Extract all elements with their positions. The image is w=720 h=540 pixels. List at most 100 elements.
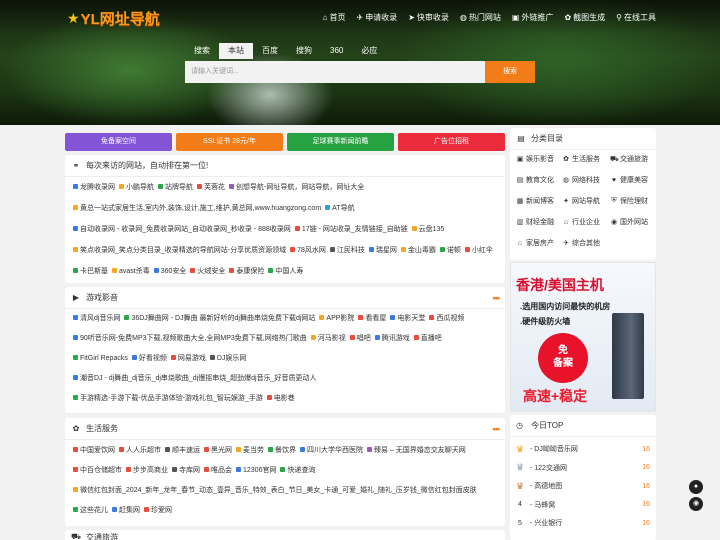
more-icon[interactable]: ••• <box>493 424 501 434</box>
site-link[interactable]: 珍爱网 <box>144 507 172 514</box>
site-link[interactable]: 直播吧 <box>413 335 442 342</box>
site-link[interactable]: 17链 - 网站收录_友情链接_自助链 <box>294 226 408 233</box>
site-link[interactable]: 河马影视 <box>310 335 346 342</box>
site-link[interactable]: DJ娱乐网 <box>209 355 246 362</box>
more-icon[interactable]: ••• <box>493 293 501 303</box>
site-link[interactable]: 黄总一站式家居生活,室内外,装饰,设计,施工,维护,黄总网,www.huangz… <box>73 205 321 212</box>
top-row[interactable]: ♛ - 122交通网 16 <box>510 462 656 474</box>
top-row[interactable]: ♛ - 高德地图 16 <box>510 480 656 492</box>
top-row[interactable]: 5 - 兴业银行 16 <box>510 517 656 529</box>
category-item[interactable]: ⛨ 保险理财 <box>610 196 648 206</box>
site-link[interactable]: 360安全 <box>153 268 186 275</box>
site-link[interactable]: 云盘135 <box>411 226 444 233</box>
site-link[interactable]: 黑光网 <box>204 447 232 454</box>
site-link[interactable]: 人人乐超市 <box>119 447 161 454</box>
site-link[interactable]: 步步高商业 <box>126 467 168 474</box>
banner-2[interactable]: 足球赛事新闻前瞻 <box>287 133 394 151</box>
site-link[interactable]: 中国人寿 <box>268 268 303 275</box>
hosting-ad[interactable]: 香港/美国主机 .选用国内访问最快的机房 .硬件级防火墙 免备案 高速+稳定 <box>510 262 656 412</box>
site-link[interactable]: 90听音乐网-免费MP3下载,视频歌曲大全,全网MP3免费下载,网络热门歌曲 <box>73 335 307 342</box>
search-tab-3[interactable]: 搜狗 <box>287 43 321 59</box>
site-link[interactable]: 自动收录网 - 收录网_免费收录网站_自动收录网_秒收录 - 888收录网 <box>73 226 291 233</box>
site-link[interactable]: 卡巴斯基 <box>73 268 108 275</box>
site-link[interactable]: 四川大学华西医院 <box>300 447 363 454</box>
site-link[interactable]: 小红伞 <box>464 247 493 254</box>
search-button[interactable]: 搜索 <box>485 61 535 83</box>
nav-item-3[interactable]: ◍ 热门网站 <box>460 12 501 23</box>
search-input[interactable]: 请输入关键词... <box>185 61 485 83</box>
site-link[interactable]: 12306官网 <box>236 467 276 474</box>
site-link[interactable]: 金山毒霸 <box>400 247 436 254</box>
site-link[interactable]: 江民科技 <box>329 247 365 254</box>
search-tab-2[interactable]: 百度 <box>253 43 287 59</box>
site-link[interactable]: AT导航 <box>325 205 355 212</box>
search-tab-1[interactable]: 本站 <box>219 43 253 59</box>
banner-1[interactable]: SSL证书 28元/年 <box>176 133 283 151</box>
site-link[interactable]: 中百仓储超市 <box>73 467 122 474</box>
wechat-icon[interactable]: ◉ <box>689 497 703 511</box>
site-link[interactable]: 芙蓉花 <box>197 184 225 191</box>
site-link[interactable]: 好看视频 <box>131 355 167 362</box>
site-link[interactable]: 赶集网 <box>112 507 140 514</box>
site-link[interactable]: 网易游戏 <box>170 355 206 362</box>
site-link[interactable]: 小鹏导航 <box>119 184 154 191</box>
site-link[interactable]: 创想导航-网址导航，网站导航，网址大全 <box>229 184 364 191</box>
category-item[interactable]: ◍ 网络科技 <box>562 175 600 185</box>
site-logo[interactable]: ★ YL网址导航 <box>67 8 160 28</box>
site-link[interactable]: 快递查询 <box>280 467 315 474</box>
site-link[interactable]: 寺库网 <box>172 467 200 474</box>
category-item[interactable]: ✦ 网站导航 <box>562 196 600 206</box>
site-link[interactable]: 电影巷 <box>266 395 295 402</box>
site-link[interactable]: 笑点收录网_笑点分类目录_收录精选的导航网站-分享优质资源领域 <box>73 247 286 254</box>
site-link[interactable]: 顺丰速运 <box>165 447 200 454</box>
top-row[interactable]: 4 - 马蜂窝 16 <box>510 499 656 511</box>
site-link[interactable]: 手游精选-手游下载-优品手游体验-游戏礼包_智玩娱游_手游 <box>73 395 263 402</box>
site-link[interactable]: 78风水网 <box>290 247 326 254</box>
site-link[interactable]: 中国爱饮网 <box>73 447 115 454</box>
site-link[interactable]: 龙腾收录网 <box>73 184 115 191</box>
category-item[interactable]: ◉ 国外网站 <box>610 217 648 227</box>
site-link[interactable]: 电影天堂 <box>390 315 425 322</box>
site-link[interactable]: 站牌导航 <box>158 184 193 191</box>
category-item[interactable]: ⌂ 行业企业 <box>562 217 600 227</box>
nav-item-6[interactable]: ⚲ 在线工具 <box>616 12 656 23</box>
category-item[interactable]: ♥ 健康美容 <box>610 175 648 185</box>
site-link[interactable]: 诺顿 <box>439 247 461 254</box>
category-item[interactable]: ▣ 娱乐影音 <box>516 154 554 164</box>
category-item[interactable]: ▦ 新闻博客 <box>516 196 554 206</box>
category-item[interactable]: ⌂ 家居房产 <box>516 238 554 248</box>
search-tab-5[interactable]: 必应 <box>352 43 386 59</box>
nav-item-1[interactable]: ✈ 申请收录 <box>356 12 397 23</box>
site-link[interactable]: 唱吧 <box>349 335 371 342</box>
site-link[interactable]: 腾讯游戏 <box>374 335 410 342</box>
site-link[interactable]: 看看屋 <box>358 315 386 322</box>
category-item[interactable]: ▤ 教育文化 <box>516 175 554 185</box>
site-link[interactable]: 西瓜视频 <box>429 315 464 322</box>
site-link[interactable]: 瑞星网 <box>368 247 397 254</box>
nav-item-2[interactable]: ➤ 快审收录 <box>408 12 449 23</box>
top-row[interactable]: ♛ - DJ呦呦音乐网 16 <box>510 443 656 455</box>
site-link[interactable]: 臻易 – 无国界婚恋交友聊天网 <box>367 447 466 454</box>
site-link[interactable]: avast杀毒 <box>112 268 150 275</box>
category-item[interactable]: ✿ 生活服务 <box>562 154 600 164</box>
site-link[interactable]: 麦当劳 <box>236 447 264 454</box>
nav-item-4[interactable]: ▣ 外链推广 <box>512 12 554 23</box>
site-link[interactable]: APP影院 <box>319 315 354 322</box>
site-link[interactable]: 微信红包封面_2024_新年_龙年_春节_动态_壹异_音乐_特效_表白_节日_美… <box>73 487 477 494</box>
site-link[interactable]: 清风dj音乐网 <box>73 315 120 322</box>
nav-item-5[interactable]: ✿ 截图生成 <box>564 12 605 23</box>
nav-item-0[interactable]: ⌂ 首页 <box>323 12 346 23</box>
category-item[interactable]: ▥ 财经金融 <box>516 217 554 227</box>
banner-3[interactable]: 广告位招租 <box>398 133 505 151</box>
category-item[interactable]: ⛟ 交通旅游 <box>610 154 648 164</box>
site-link[interactable]: 泰康保险 <box>229 268 264 275</box>
site-link[interactable]: 餐饮界 <box>268 447 296 454</box>
site-link[interactable]: FitGirl Repacks <box>73 355 128 362</box>
site-link[interactable]: 唯品会 <box>204 467 232 474</box>
site-link[interactable]: 潮音DJ - dj舞曲_dj音乐_dj串烧歌曲_dj慢摇串烧_超劲爆dj音乐_好… <box>73 375 316 382</box>
site-link[interactable]: 这些花儿 <box>73 507 108 514</box>
category-item[interactable]: ✈ 综合其他 <box>562 238 600 248</box>
search-tab-0[interactable]: 搜索 <box>185 43 219 59</box>
chat-icon[interactable]: ● <box>689 480 703 494</box>
site-link[interactable]: 火绒安全 <box>190 268 225 275</box>
